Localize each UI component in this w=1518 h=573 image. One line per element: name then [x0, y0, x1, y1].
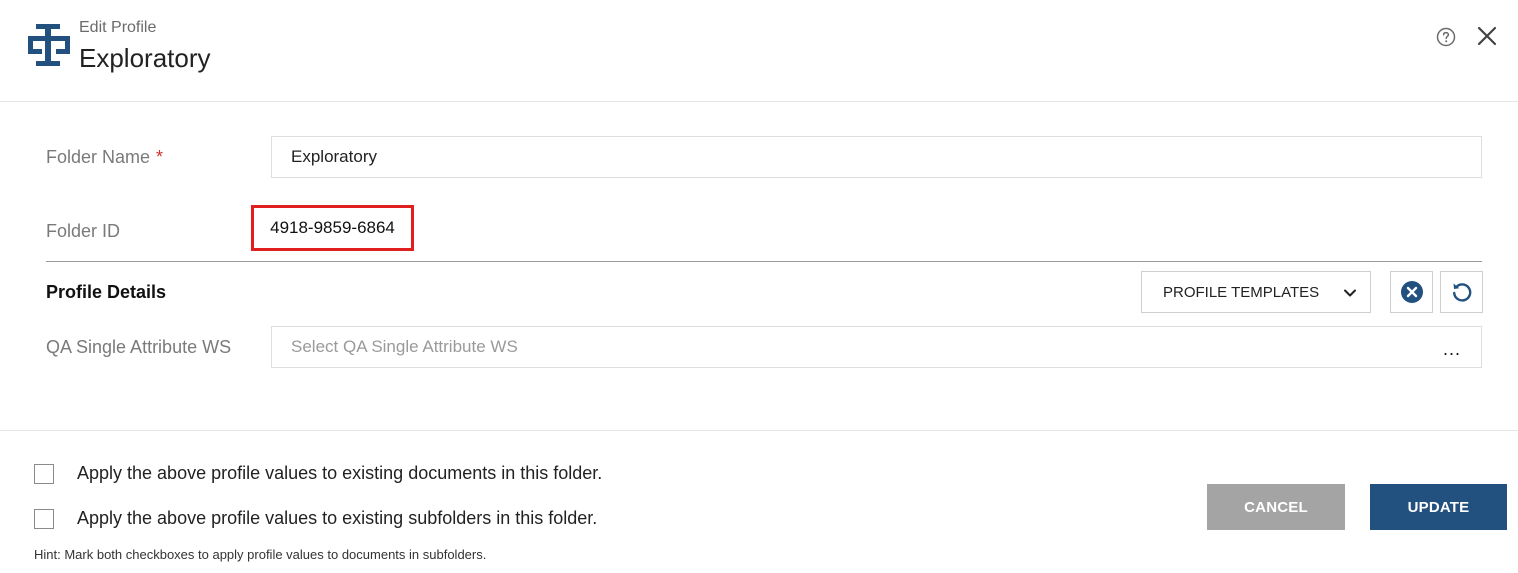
- qa-single-attribute-input[interactable]: Select QA Single Attribute WS ...: [271, 326, 1482, 368]
- refresh-icon: [1452, 283, 1471, 302]
- required-mark: *: [156, 147, 164, 167]
- qa-single-attribute-label: QA Single Attribute WS: [46, 337, 232, 357]
- close-icon[interactable]: [1475, 24, 1499, 48]
- dialog-subtitle: Edit Profile: [79, 19, 157, 36]
- apply-subfolders-option: Apply the above profile values to existi…: [34, 508, 597, 529]
- profile-details-heading: Profile Details: [46, 282, 167, 302]
- cancel-button[interactable]: CANCEL: [1207, 484, 1345, 530]
- clear-circle-icon: [1400, 281, 1423, 303]
- apply-documents-checkbox[interactable]: [34, 463, 54, 484]
- folder-name-input[interactable]: Exploratory: [271, 136, 1482, 178]
- apply-documents-option: Apply the above profile values to existi…: [34, 463, 602, 484]
- qa-single-attribute-placeholder: Select QA Single Attribute WS: [291, 337, 518, 356]
- apply-subfolders-checkbox[interactable]: [34, 508, 54, 529]
- chevron-down-icon: [1344, 289, 1356, 297]
- folder-profile-logo-icon: [28, 24, 70, 66]
- update-button[interactable]: UPDATE: [1370, 484, 1507, 530]
- help-circle-icon[interactable]: [1436, 27, 1456, 47]
- apply-subfolders-label: Apply the above profile values to existi…: [77, 508, 598, 528]
- dialog-title: Exploratory: [79, 43, 211, 73]
- dialog-header: Edit Profile Exploratory: [0, 0, 1518, 102]
- apply-documents-label: Apply the above profile values to existi…: [77, 463, 603, 483]
- folder-id-label: Folder ID: [46, 221, 121, 241]
- folder-name-label: Folder Name *: [46, 147, 164, 167]
- folder-id-value: 4918-9859-6864: [251, 205, 414, 251]
- hint-text: Hint: Mark both checkboxes to apply prof…: [34, 547, 487, 562]
- profile-templates-dropdown[interactable]: PROFILE TEMPLATES: [1141, 271, 1371, 313]
- profile-templates-label: PROFILE TEMPLATES: [1163, 283, 1320, 301]
- reset-profile-button[interactable]: [1440, 271, 1483, 313]
- footer-divider: [0, 430, 1518, 431]
- edit-profile-dialog: Edit Profile Exploratory Folder Name * Ex…: [0, 0, 1518, 573]
- more-options-icon[interactable]: ...: [1443, 340, 1461, 358]
- clear-profile-button[interactable]: [1390, 271, 1433, 313]
- section-divider: [46, 261, 1482, 262]
